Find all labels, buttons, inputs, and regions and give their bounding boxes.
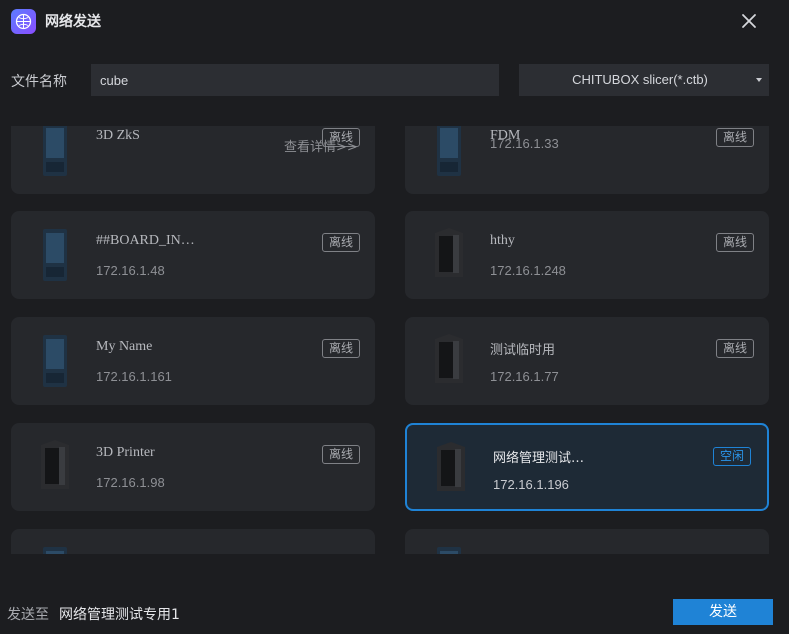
- format-select-value: CHITUBOX slicer(*.ctb): [572, 72, 708, 87]
- status-badge: 离线: [716, 128, 754, 147]
- device-name: hthy: [490, 233, 515, 248]
- device-card[interactable]: ##BOARD_IN… 172.16.1.48 离线: [11, 211, 375, 299]
- device-card[interactable]: 3D ZkS 离线 查看详情>>: [11, 126, 375, 194]
- device-card-selected[interactable]: 网络管理测试… 172.16.1.196 空闲: [405, 423, 769, 511]
- printer-icon: [35, 545, 75, 554]
- device-name: ##BOARD_IN…: [96, 233, 195, 248]
- device-ip: 172.16.1.196: [493, 477, 569, 492]
- status-badge: 离线: [322, 445, 360, 464]
- device-card[interactable]: My Name 172.16.1.161 离线: [11, 317, 375, 405]
- details-link[interactable]: 查看详情>>: [284, 136, 358, 155]
- printer-icon: [35, 126, 75, 178]
- send-to-label: 发送至: [7, 607, 49, 623]
- device-card-partial[interactable]: [11, 529, 375, 554]
- network-send-app-icon: [11, 9, 36, 34]
- device-name: My Name: [96, 339, 153, 354]
- device-ip: 172.16.1.48: [96, 263, 165, 278]
- status-badge: 空闲: [713, 447, 751, 466]
- device-ip: 172.16.1.33: [490, 136, 559, 151]
- status-badge: 离线: [322, 233, 360, 252]
- device-ip: 172.16.1.98: [96, 475, 165, 490]
- device-name: 3D ZkS: [96, 128, 140, 143]
- status-badge: 离线: [716, 233, 754, 252]
- printer-icon: [429, 126, 469, 178]
- device-card[interactable]: 测试临时用 172.16.1.77 离线: [405, 317, 769, 405]
- printer-icon: [429, 227, 469, 283]
- device-name: 3D Printer: [96, 445, 155, 460]
- printer-icon: [35, 227, 75, 283]
- printer-icon: [35, 439, 75, 495]
- filename-label: 文件名称: [11, 74, 67, 90]
- format-select[interactable]: CHITUBOX slicer(*.ctb): [519, 64, 769, 96]
- chevron-down-icon: [756, 78, 762, 82]
- device-ip: 172.16.1.248: [490, 263, 566, 278]
- device-card-partial[interactable]: [405, 529, 769, 554]
- filename-input[interactable]: [91, 64, 499, 96]
- device-list[interactable]: 3D ZkS 离线 查看详情>> FDM 172.16.1.33 离线 ##BO…: [0, 126, 789, 554]
- status-badge: 离线: [716, 339, 754, 358]
- printer-icon: [429, 333, 469, 389]
- device-ip: 172.16.1.161: [96, 369, 172, 384]
- close-icon[interactable]: [738, 10, 760, 32]
- device-card[interactable]: FDM 172.16.1.33 离线: [405, 126, 769, 194]
- device-card[interactable]: 3D Printer 172.16.1.98 离线: [11, 423, 375, 511]
- send-to-value: 网络管理测试专用1: [59, 607, 180, 623]
- send-button[interactable]: 发送: [673, 599, 773, 625]
- printer-icon: [429, 545, 469, 554]
- window-title: 网络发送: [45, 14, 101, 30]
- device-ip: 172.16.1.77: [490, 369, 559, 384]
- status-badge: 离线: [322, 339, 360, 358]
- device-card[interactable]: hthy 172.16.1.248 离线: [405, 211, 769, 299]
- title-bar: 网络发送: [0, 0, 789, 44]
- printer-icon: [431, 441, 471, 497]
- printer-icon: [35, 333, 75, 389]
- device-name: 网络管理测试…: [493, 451, 585, 466]
- device-name: 测试临时用: [490, 343, 556, 358]
